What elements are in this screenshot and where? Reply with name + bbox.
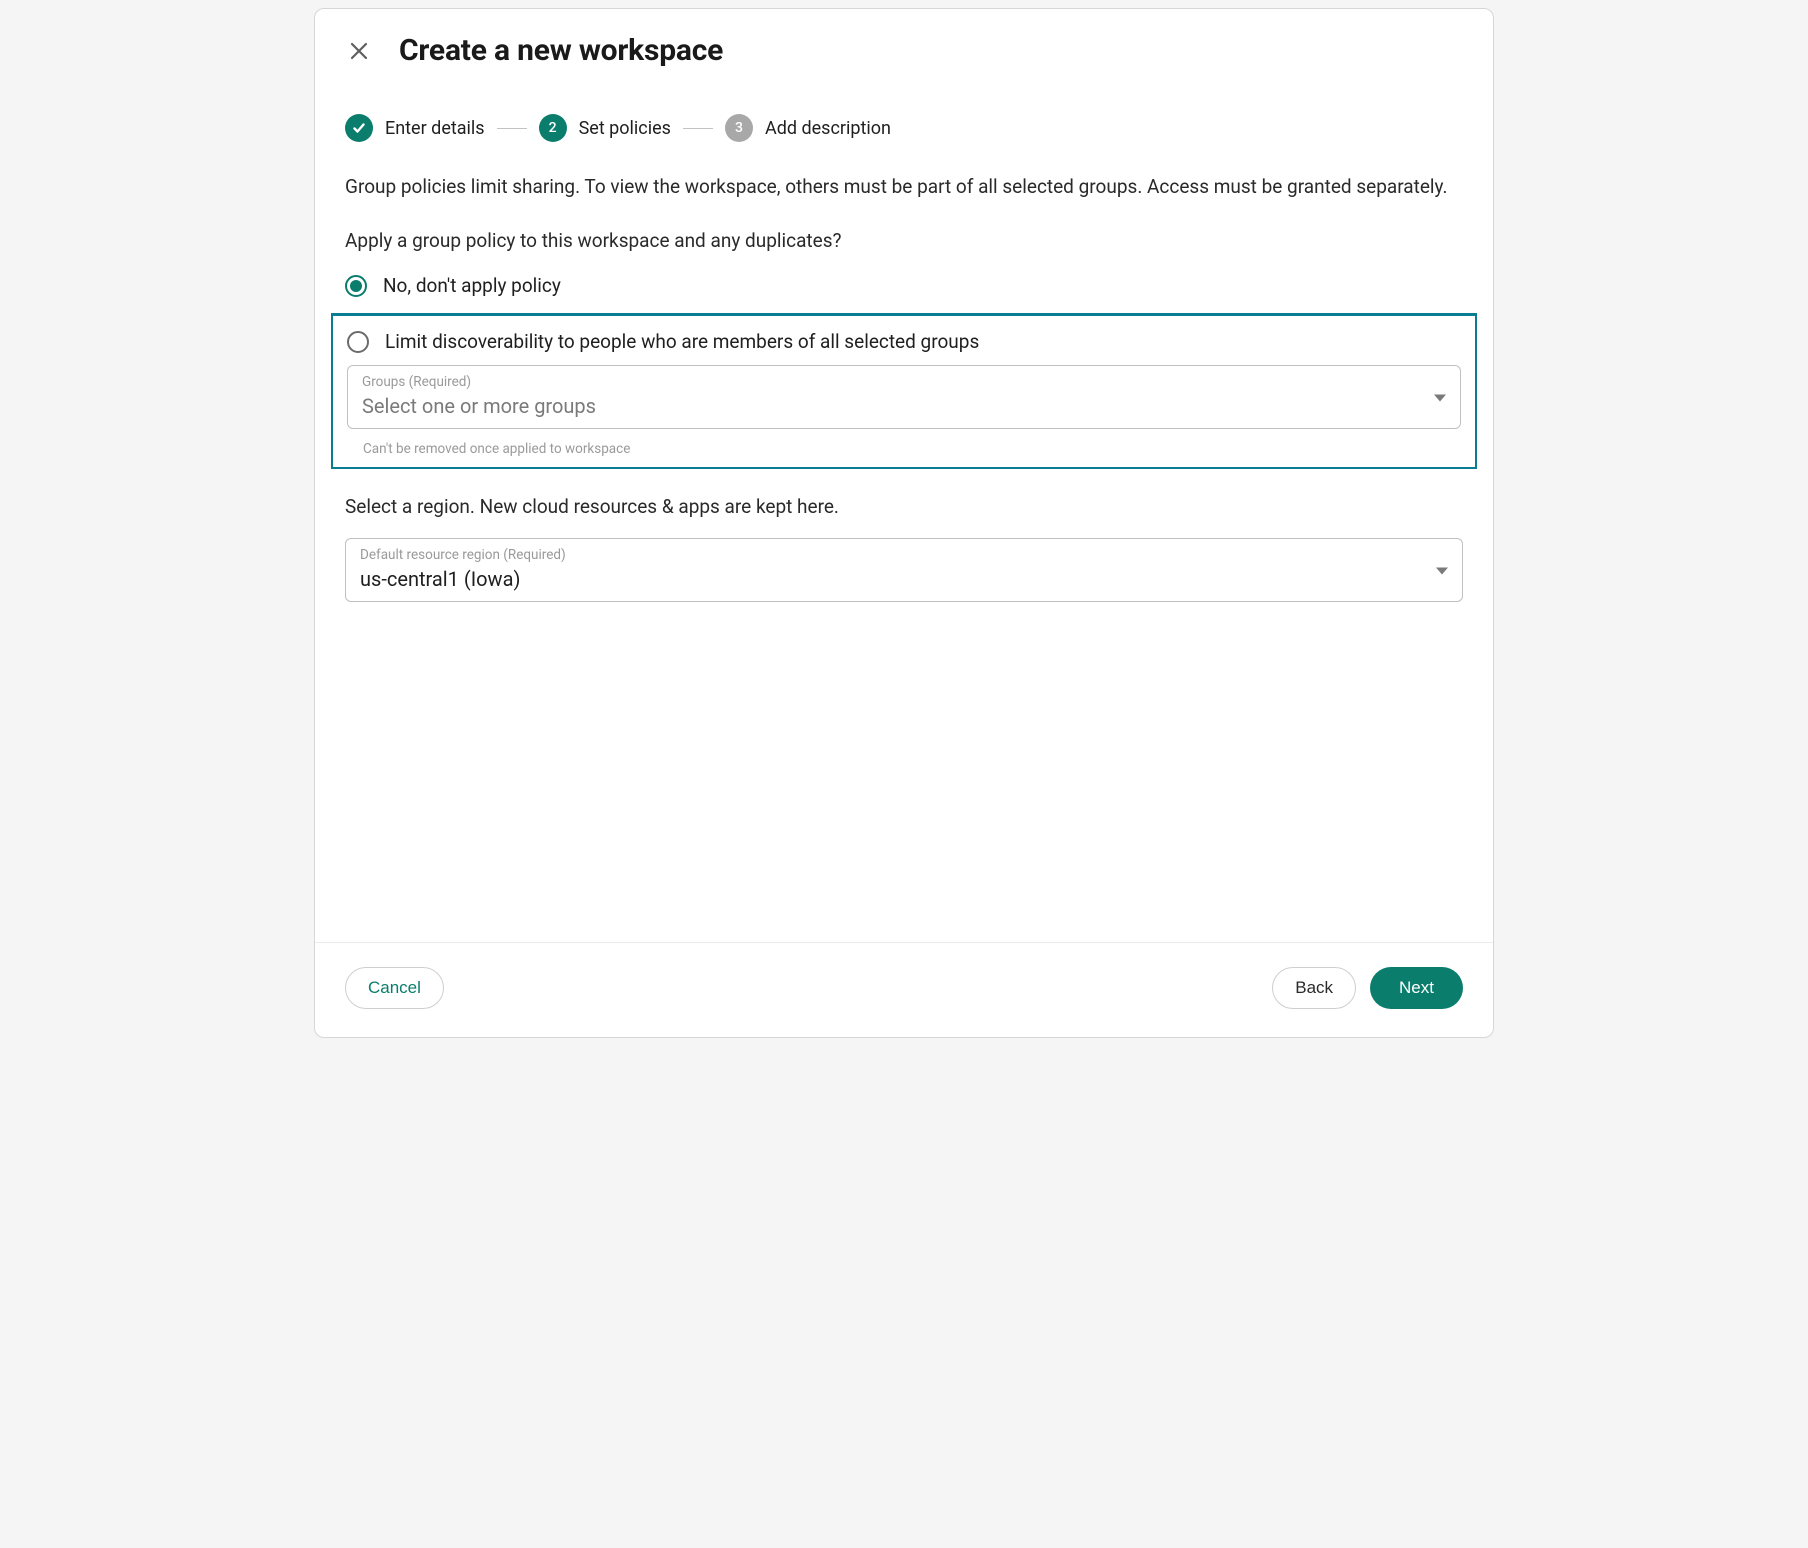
policy-description: Group policies limit sharing. To view th… [345, 172, 1463, 201]
step-label: Add description [765, 118, 891, 139]
dialog-footer: Cancel Back Next [315, 942, 1493, 1037]
close-button[interactable] [345, 37, 373, 65]
step-divider [683, 128, 713, 129]
groups-select[interactable]: Groups (Required) Select one or more gro… [347, 365, 1461, 429]
step-number-badge: 2 [539, 114, 567, 142]
select-label: Default resource region (Required) [360, 547, 1448, 563]
radio-label: No, don't apply policy [383, 274, 561, 297]
back-button[interactable]: Back [1272, 967, 1356, 1009]
select-label: Groups (Required) [362, 374, 1446, 390]
dialog-body: Group policies limit sharing. To view th… [315, 152, 1493, 942]
radio-limit-discoverability[interactable]: Limit discoverability to people who are … [347, 330, 1461, 353]
select-placeholder: Select one or more groups [362, 394, 1446, 418]
radio-no-policy[interactable]: No, don't apply policy [345, 274, 1463, 297]
groups-select-hint: Can't be removed once applied to workspa… [347, 441, 1461, 457]
dialog-title: Create a new workspace [399, 33, 723, 68]
select-value: us-central1 (Iowa) [360, 567, 1448, 591]
region-select[interactable]: Default resource region (Required) us-ce… [345, 538, 1463, 602]
check-icon [345, 114, 373, 142]
step-label: Set policies [579, 118, 671, 139]
create-workspace-dialog: Create a new workspace Enter details 2 S… [314, 8, 1494, 1038]
footer-right: Back Next [1272, 967, 1463, 1009]
radio-icon [345, 275, 367, 297]
step-set-policies: 2 Set policies [539, 114, 671, 142]
chevron-down-icon [1434, 388, 1446, 407]
radio-icon [347, 331, 369, 353]
step-add-description: 3 Add description [725, 114, 891, 142]
step-number-badge: 3 [725, 114, 753, 142]
policy-radio-group: No, don't apply policy Limit discoverabi… [345, 274, 1463, 469]
cancel-button[interactable]: Cancel [345, 967, 444, 1009]
limit-discoverability-box: Limit discoverability to people who are … [331, 313, 1477, 469]
region-prompt: Select a region. New cloud resources & a… [345, 495, 1463, 518]
step-enter-details: Enter details [345, 114, 485, 142]
stepper: Enter details 2 Set policies 3 Add descr… [315, 76, 1493, 152]
close-icon [349, 41, 369, 61]
region-section: Select a region. New cloud resources & a… [345, 495, 1463, 602]
radio-label: Limit discoverability to people who are … [385, 330, 979, 353]
dialog-header: Create a new workspace [315, 9, 1493, 76]
chevron-down-icon [1436, 561, 1448, 580]
next-button[interactable]: Next [1370, 967, 1463, 1009]
step-divider [497, 128, 527, 129]
policy-prompt: Apply a group policy to this workspace a… [345, 229, 1463, 252]
step-label: Enter details [385, 118, 485, 139]
